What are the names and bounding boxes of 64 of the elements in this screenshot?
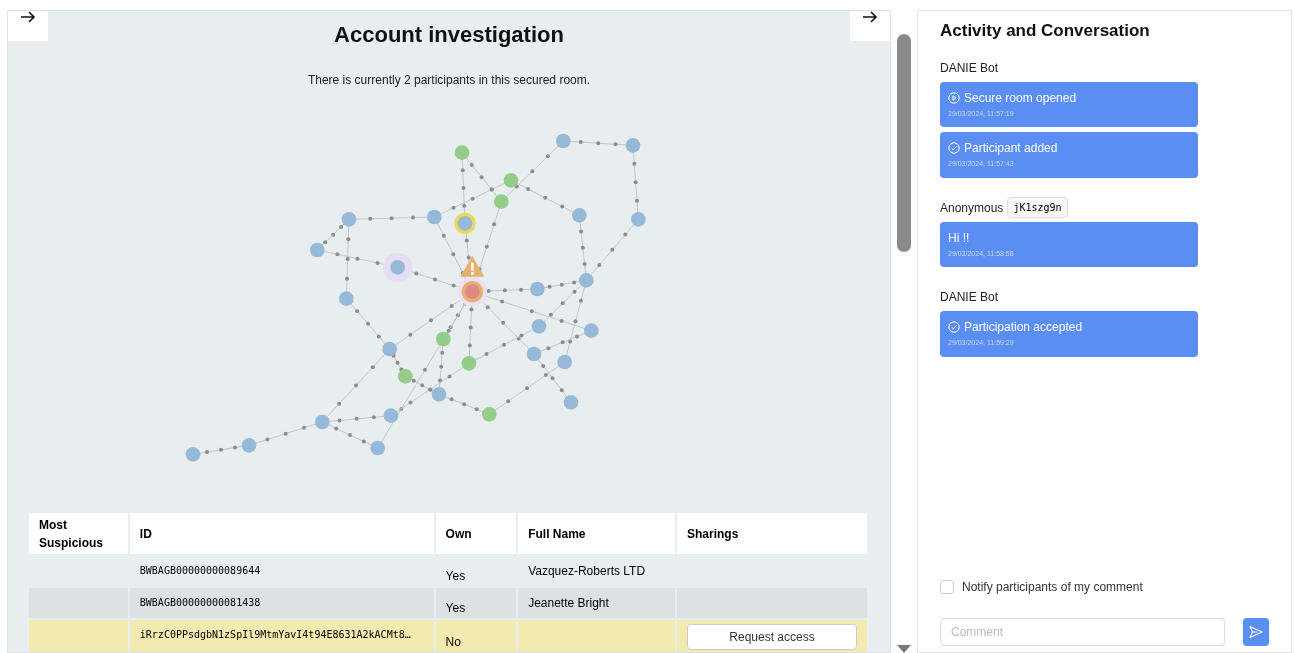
message-text: Hi !! <box>948 230 970 245</box>
graph-node[interactable] <box>382 341 397 357</box>
graph-node[interactable] <box>531 319 547 334</box>
collapse-button[interactable] <box>850 11 890 41</box>
graph-node[interactable] <box>436 331 451 347</box>
graph-node[interactable] <box>339 291 354 306</box>
graph-node[interactable] <box>563 395 579 410</box>
graph-node[interactable] <box>494 194 509 209</box>
graph-node[interactable] <box>556 133 571 149</box>
user-tag: jK1szg9n <box>1007 197 1068 218</box>
send-button[interactable] <box>1242 618 1269 646</box>
graph-node[interactable] <box>241 438 257 453</box>
author-name: DANIE Bot <box>940 289 999 306</box>
scrollbar-thumb[interactable] <box>897 34 911 252</box>
message-text: Participation accepted <box>964 320 1083 334</box>
graph-node[interactable] <box>530 281 545 297</box>
account-id-cell: BWBAGB00000000081438 <box>128 587 435 619</box>
graph-node[interactable] <box>625 138 641 153</box>
graph-node[interactable] <box>557 354 572 370</box>
graph-node[interactable] <box>370 440 385 456</box>
author-name: DANIE Bot <box>940 59 999 77</box>
request-access-button[interactable]: Request access <box>687 624 857 650</box>
graph-node[interactable] <box>383 408 399 423</box>
notify-checkbox[interactable] <box>940 580 954 594</box>
graph-node[interactable] <box>503 173 519 188</box>
graph-node[interactable] <box>457 277 487 307</box>
message-text: Secure room opened <box>964 90 1077 105</box>
table-cell: Yes <box>434 587 518 619</box>
graph-node[interactable] <box>398 369 413 384</box>
graph-node[interactable] <box>185 447 201 462</box>
scroll-down-icon[interactable] <box>897 645 911 653</box>
arrow-right-icon <box>20 11 36 23</box>
graph-node[interactable] <box>310 242 325 258</box>
send-icon <box>1248 625 1263 639</box>
message-text: Participant added <box>964 141 1058 155</box>
author-name: Anonymous <box>940 199 1004 217</box>
graph-node[interactable] <box>526 346 542 362</box>
table-cell: Jeanette Bright <box>517 587 676 619</box>
warning-icon <box>460 255 485 277</box>
graph-node[interactable] <box>383 252 413 282</box>
graph-node[interactable] <box>482 407 497 422</box>
graph-node[interactable] <box>584 323 599 338</box>
graph-node[interactable] <box>461 356 477 371</box>
graph-node[interactable] <box>579 273 594 288</box>
graph-node[interactable] <box>631 212 646 227</box>
graph-node[interactable] <box>341 212 357 227</box>
check-circle-icon <box>948 142 960 154</box>
graph-node[interactable] <box>427 209 442 225</box>
play-circle-icon <box>948 91 960 104</box>
panel-title: Activity and Conversation <box>940 20 1151 42</box>
graph-node[interactable] <box>454 145 470 160</box>
check-circle-icon <box>948 321 960 333</box>
graph-node[interactable] <box>315 414 330 430</box>
page-title: Account investigation <box>334 21 564 49</box>
account-id-cell: iRrzC0PPsdgbN1zSpIl9MtmYavI4t94E8631A2kACMt8… <box>128 619 435 652</box>
expand-button[interactable] <box>8 11 48 41</box>
comment-field[interactable]: Comment <box>940 618 1225 646</box>
graph-node[interactable] <box>431 387 447 402</box>
participants-text: There is currently 2 participants in this secured room. <box>307 72 591 89</box>
graph-node[interactable] <box>454 212 476 234</box>
table-cell: No <box>434 619 518 652</box>
notify-label: Notify participants of my comment <box>962 579 1143 596</box>
arrow-right-icon <box>862 11 878 23</box>
graph-node[interactable] <box>572 208 587 223</box>
